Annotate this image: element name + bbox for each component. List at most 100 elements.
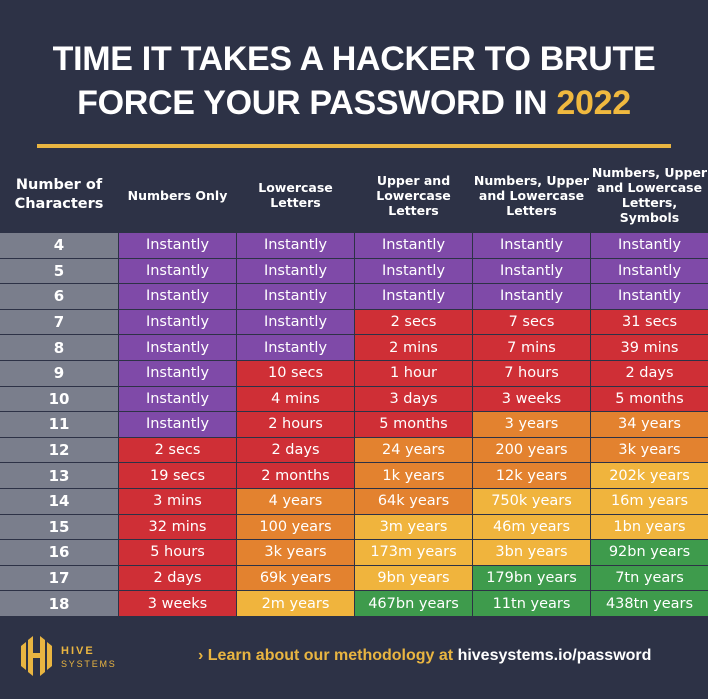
time-cell: 4 mins xyxy=(237,386,354,412)
time-cell: Instantly xyxy=(473,258,590,284)
character-count-cell: 12 xyxy=(0,437,118,463)
title-prefix: FORCE YOUR PASSWORD IN xyxy=(77,84,557,122)
character-count-cell: 4 xyxy=(0,233,118,258)
time-cell: 10 secs xyxy=(237,361,354,386)
time-cell: Instantly xyxy=(119,361,236,386)
title-year: 2022 xyxy=(556,84,631,122)
table-header: Number of Characters Numbers Only Lowercas… xyxy=(0,160,708,230)
time-cell: 3 mins xyxy=(119,489,236,514)
time-cell: Instantly xyxy=(355,258,472,284)
time-cell: 1 hour xyxy=(355,361,472,386)
table-row: 5 Instantly Instantly Instantly Instantly Ins… xyxy=(0,258,708,285)
character-count-cell: 15 xyxy=(0,514,118,540)
character-count-cell: 13 xyxy=(0,463,118,488)
time-cell: Instantly xyxy=(237,258,354,284)
time-cell: 7 hours xyxy=(473,361,590,386)
time-cell: 2 secs xyxy=(355,309,472,335)
time-cell: 9bn years xyxy=(355,565,472,591)
time-cell: Instantly xyxy=(355,233,472,258)
time-cell: 7 mins xyxy=(473,335,590,360)
column-header-5: Numbers, Upper and Lowercase Letters, Sy… xyxy=(591,165,708,225)
column-header-4: Numbers, Upper and Lowercase Letters xyxy=(473,172,590,218)
time-cell: 3 weeks xyxy=(473,386,590,412)
time-cell: 173m years xyxy=(355,540,472,565)
character-count-cell: 14 xyxy=(0,489,118,514)
time-cell: 39 mins xyxy=(591,335,708,360)
time-cell: Instantly xyxy=(119,386,236,412)
time-cell: 467bn years xyxy=(355,591,472,616)
page-title-line-2: FORCE YOUR PASSWORD IN 2022 xyxy=(0,84,708,123)
table-row: 9 Instantly 10 secs 1 hour 7 hours 2 days xyxy=(0,361,708,387)
time-cell: Instantly xyxy=(591,258,708,284)
table-row: 7 Instantly Instantly 2 secs 7 secs 31 secs xyxy=(0,309,708,336)
time-cell: 5 months xyxy=(355,412,472,437)
time-cell: 3k years xyxy=(591,437,708,463)
table-row: 14 3 mins 4 years 64k years 750k years 16m ye… xyxy=(0,489,708,515)
time-cell: 7 secs xyxy=(473,309,590,335)
hive-systems-logo: HIVE SYSTEMS xyxy=(21,636,117,676)
time-cell: 2m years xyxy=(237,591,354,616)
table-row: 10 Instantly 4 mins 3 days 3 weeks 5 months xyxy=(0,386,708,413)
time-cell: 2 mins xyxy=(355,335,472,360)
time-cell: 5 months xyxy=(591,386,708,412)
table-row: 13 19 secs 2 months 1k years 12k years 202k y… xyxy=(0,463,708,489)
time-cell: Instantly xyxy=(591,233,708,258)
time-cell: Instantly xyxy=(119,412,236,437)
time-cell: 2 days xyxy=(591,361,708,386)
time-cell: Instantly xyxy=(237,335,354,360)
table-row: 18 3 weeks 2m years 467bn years 11tn years 43… xyxy=(0,591,708,617)
table-row: 17 2 days 69k years 9bn years 179bn years 7tn… xyxy=(0,565,708,592)
time-cell: 24 years xyxy=(355,437,472,463)
column-header-2: Lowercase Letters xyxy=(258,180,333,210)
time-cell: 16m years xyxy=(591,489,708,514)
time-cell: 3m years xyxy=(355,514,472,540)
time-cell: Instantly xyxy=(355,284,472,309)
character-count-cell: 7 xyxy=(0,309,118,335)
time-cell: 3 days xyxy=(355,386,472,412)
character-count-cell: 8 xyxy=(0,335,118,360)
character-count-cell: 17 xyxy=(0,565,118,591)
time-cell: Instantly xyxy=(119,284,236,309)
time-cell: 92bn years xyxy=(591,540,708,565)
time-cell: 2 days xyxy=(119,565,236,591)
time-cell: 202k years xyxy=(591,463,708,488)
time-cell: 200 years xyxy=(473,437,590,463)
time-cell: 7tn years xyxy=(591,565,708,591)
time-cell: 5 hours xyxy=(119,540,236,565)
time-cell: 34 years xyxy=(591,412,708,437)
character-count-cell: 6 xyxy=(0,284,118,309)
logo-hive-text: HIVE xyxy=(61,645,95,657)
column-header-1: Numbers Only xyxy=(127,187,228,203)
time-cell: Instantly xyxy=(473,233,590,258)
time-cell: 2 days xyxy=(237,437,354,463)
time-cell: 100 years xyxy=(237,514,354,540)
column-header-3: Upper and Lowercase Letters xyxy=(376,172,451,218)
time-cell: 64k years xyxy=(355,489,472,514)
time-cell: 32 mins xyxy=(119,514,236,540)
time-cell: Instantly xyxy=(119,258,236,284)
time-cell: 12k years xyxy=(473,463,590,488)
time-cell: Instantly xyxy=(237,284,354,309)
time-cell: 2 secs xyxy=(119,437,236,463)
time-cell: 69k years xyxy=(237,565,354,591)
time-cell: Instantly xyxy=(237,309,354,335)
time-cell: Instantly xyxy=(591,284,708,309)
time-cell: 3bn years xyxy=(473,540,590,565)
table-row: 15 32 mins 100 years 3m years 46m years 1bn y… xyxy=(0,514,708,541)
time-cell: 4 years xyxy=(237,489,354,514)
hive-hexagon-icon xyxy=(21,636,52,676)
table-row: 11 Instantly 2 hours 5 months 3 years 34 year… xyxy=(0,412,708,438)
table-row: 6 Instantly Instantly Instantly Instantly Ins… xyxy=(0,284,708,310)
methodology-link-url[interactable]: hivesystems.io/password xyxy=(458,647,652,664)
time-cell: 3k years xyxy=(237,540,354,565)
table-row: 12 2 secs 2 days 24 years 200 years 3k years xyxy=(0,437,708,464)
column-header-0: Number of Characters xyxy=(14,177,104,212)
logo-systems-text: SYSTEMS xyxy=(61,659,117,669)
time-cell: 438tn years xyxy=(591,591,708,616)
time-cell: Instantly xyxy=(119,335,236,360)
table-row: 4 Instantly Instantly Instantly Instantly Ins… xyxy=(0,233,708,259)
time-cell: Instantly xyxy=(119,233,236,258)
character-count-cell: 5 xyxy=(0,258,118,284)
character-count-cell: 9 xyxy=(0,361,118,386)
methodology-link[interactable]: › Learn about our methodology at hivesys… xyxy=(198,647,651,665)
